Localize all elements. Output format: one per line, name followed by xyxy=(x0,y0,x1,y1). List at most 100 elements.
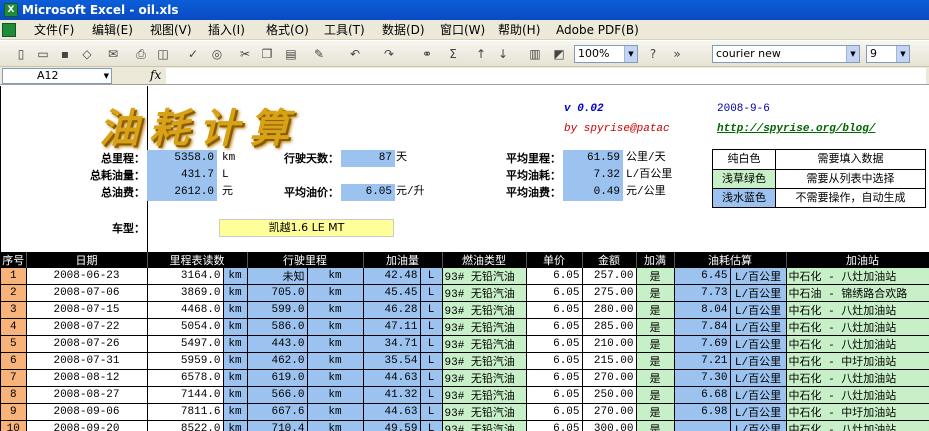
worksheet[interactable]: 油耗计算 v 0.02 2008-9-6 by spyrise@patac ht… xyxy=(0,86,929,431)
new-icon[interactable]: ▯ xyxy=(12,45,30,63)
chevron-down-icon[interactable]: ▼ xyxy=(846,46,859,62)
odometer-cell[interactable]: 3164.0 xyxy=(147,268,224,285)
odometer-cell[interactable]: 4468.0 xyxy=(147,301,224,319)
date-cell[interactable]: 2008-07-22 xyxy=(26,318,148,336)
amount-cell[interactable]: 210.00 xyxy=(582,335,637,353)
redo-icon[interactable]: ↷ xyxy=(380,45,398,63)
station-cell[interactable]: 中石化 - 八灶加油站 xyxy=(786,318,929,336)
fuel-type-cell[interactable]: 93# 无铅汽油 xyxy=(442,268,527,285)
sort-descending-icon[interactable]: ↓ xyxy=(494,45,512,63)
date-cell[interactable]: 2008-06-23 xyxy=(26,268,148,285)
station-cell[interactable]: 中石化 - 八灶加油站 xyxy=(786,420,929,431)
full-cell[interactable]: 是 xyxy=(636,420,675,431)
date-cell[interactable]: 2008-09-20 xyxy=(26,420,148,431)
cut-icon[interactable]: ✂ xyxy=(236,45,254,63)
fuel-type-cell[interactable]: 93# 无铅汽油 xyxy=(442,403,527,421)
font-select[interactable]: courier new ▼ xyxy=(712,45,860,63)
price-cell[interactable]: 6.05 xyxy=(526,369,583,387)
amount-cell[interactable]: 300.00 xyxy=(582,420,637,431)
menu-edit[interactable]: 编辑(E) xyxy=(92,22,133,38)
workbook-icon[interactable] xyxy=(2,23,16,37)
odometer-cell[interactable]: 3869.0 xyxy=(147,284,224,302)
autosum-icon[interactable]: Σ xyxy=(444,45,462,63)
odometer-cell[interactable]: 8522.0 xyxy=(147,420,224,431)
full-cell[interactable]: 是 xyxy=(636,386,675,404)
format-painter-icon[interactable]: ✎ xyxy=(310,45,328,63)
menu-data[interactable]: 数据(D) xyxy=(382,22,425,38)
odometer-cell[interactable]: 7811.6 xyxy=(147,403,224,421)
email-icon[interactable]: ✉ xyxy=(104,45,122,63)
odometer-cell[interactable]: 7144.0 xyxy=(147,386,224,404)
full-cell[interactable]: 是 xyxy=(636,369,675,387)
station-cell[interactable]: 中石化 - 八灶加油站 xyxy=(786,268,929,285)
amount-cell[interactable]: 275.00 xyxy=(582,284,637,302)
fuel-type-cell[interactable]: 93# 无铅汽油 xyxy=(442,318,527,336)
station-cell[interactable]: 中石油 - 锦绣路合欢路 xyxy=(786,284,929,302)
price-cell[interactable]: 6.05 xyxy=(526,352,583,370)
chevron-down-icon[interactable]: ▼ xyxy=(896,46,909,62)
menu-help[interactable]: 帮助(H) xyxy=(498,22,540,38)
chevron-down-icon[interactable]: ▼ xyxy=(104,69,109,83)
odometer-cell[interactable]: 5497.0 xyxy=(147,335,224,353)
undo-icon[interactable]: ↶ xyxy=(346,45,364,63)
paste-icon[interactable]: ▤ xyxy=(282,45,300,63)
blog-link[interactable]: http://spyrise.org/blog/ xyxy=(717,123,875,135)
menu-file[interactable]: 文件(F) xyxy=(34,22,74,38)
amount-cell[interactable]: 257.00 xyxy=(582,268,637,285)
save-icon[interactable]: ▪ xyxy=(56,45,74,63)
price-cell[interactable]: 6.05 xyxy=(526,420,583,431)
print-icon[interactable]: ⎙ xyxy=(132,45,150,63)
fuel-type-cell[interactable]: 93# 无铅汽油 xyxy=(442,369,527,387)
amount-cell[interactable]: 270.00 xyxy=(582,369,637,387)
full-cell[interactable]: 是 xyxy=(636,335,675,353)
amount-cell[interactable]: 270.00 xyxy=(582,403,637,421)
date-cell[interactable]: 2008-08-27 xyxy=(26,386,148,404)
station-cell[interactable]: 中石化 - 中圩加油站 xyxy=(786,352,929,370)
menu-view[interactable]: 视图(V) xyxy=(150,22,192,38)
odometer-cell[interactable]: 5959.0 xyxy=(147,352,224,370)
permission-icon[interactable]: ◇ xyxy=(78,45,96,63)
car-type-select[interactable]: 凯越1.6 LE MT xyxy=(219,219,394,237)
zoom-select[interactable]: 100% ▼ xyxy=(574,45,638,63)
amount-cell[interactable]: 250.00 xyxy=(582,386,637,404)
font-size-select[interactable]: 9 ▼ xyxy=(866,45,910,63)
menu-format[interactable]: 格式(O) xyxy=(266,22,309,38)
help-icon[interactable]: ? xyxy=(644,45,662,63)
formula-input[interactable] xyxy=(166,68,926,84)
full-cell[interactable]: 是 xyxy=(636,301,675,319)
toolbar-options-icon[interactable]: » xyxy=(668,45,686,63)
price-cell[interactable]: 6.05 xyxy=(526,386,583,404)
date-cell[interactable]: 2008-09-06 xyxy=(26,403,148,421)
fuel-type-cell[interactable]: 93# 无铅汽油 xyxy=(442,335,527,353)
station-cell[interactable]: 中石化 - 八灶加油站 xyxy=(786,369,929,387)
full-cell[interactable]: 是 xyxy=(636,403,675,421)
open-icon[interactable]: ▭ xyxy=(34,45,52,63)
menu-insert[interactable]: 插入(I) xyxy=(208,22,245,38)
research-icon[interactable]: ◎ xyxy=(208,45,226,63)
chart-wizard-icon[interactable]: ▥ xyxy=(526,45,544,63)
full-cell[interactable]: 是 xyxy=(636,268,675,285)
station-cell[interactable]: 中石化 - 八灶加油站 xyxy=(786,335,929,353)
date-cell[interactable]: 2008-07-15 xyxy=(26,301,148,319)
price-cell[interactable]: 6.05 xyxy=(526,268,583,285)
menu-adobe-pdf[interactable]: Adobe PDF(B) xyxy=(556,22,639,38)
insert-function-icon[interactable]: fx xyxy=(150,68,161,82)
fuel-type-cell[interactable]: 93# 无铅汽油 xyxy=(442,420,527,431)
amount-cell[interactable]: 215.00 xyxy=(582,352,637,370)
full-cell[interactable]: 是 xyxy=(636,352,675,370)
station-cell[interactable]: 中石化 - 八灶加油站 xyxy=(786,301,929,319)
odometer-cell[interactable]: 5054.0 xyxy=(147,318,224,336)
date-cell[interactable]: 2008-08-12 xyxy=(26,369,148,387)
chevron-down-icon[interactable]: ▼ xyxy=(624,46,637,62)
price-cell[interactable]: 6.05 xyxy=(526,318,583,336)
amount-cell[interactable]: 285.00 xyxy=(582,318,637,336)
copy-icon[interactable]: ❐ xyxy=(258,45,276,63)
date-cell[interactable]: 2008-07-06 xyxy=(26,284,148,302)
spelling-icon[interactable]: ✓ xyxy=(184,45,202,63)
price-cell[interactable]: 6.05 xyxy=(526,284,583,302)
date-cell[interactable]: 2008-07-31 xyxy=(26,352,148,370)
full-cell[interactable]: 是 xyxy=(636,284,675,302)
hyperlink-icon[interactable]: ⚭ xyxy=(418,45,436,63)
menu-window[interactable]: 窗口(W) xyxy=(440,22,485,38)
fuel-type-cell[interactable]: 93# 无铅汽油 xyxy=(442,284,527,302)
